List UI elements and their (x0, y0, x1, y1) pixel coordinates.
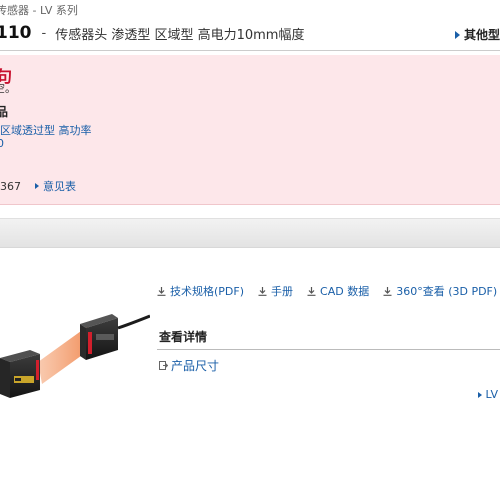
heading-separator: - (41, 25, 47, 41)
download-label: 360°查看 (3D PDF) (396, 285, 498, 298)
series-link-label: LV (485, 388, 498, 401)
contact-row: -367 意见表 (0, 178, 76, 194)
model-number: 110 (0, 23, 32, 43)
cad-data-link[interactable]: CAD 数据 (307, 283, 369, 299)
phone-number: -367 (0, 179, 21, 193)
sensor-illustration (0, 314, 151, 398)
page: 传感器 - LV 系列 110 - 传感器头 渗透型 区域型 高电力10mm幅度… (0, 0, 500, 500)
header-divider (0, 50, 500, 51)
details-heading: 查看详情 (159, 330, 208, 344)
document-icon (159, 361, 168, 370)
product-image (0, 300, 151, 410)
product-description: 传感器头 渗透型 区域型 高电力10mm幅度 (55, 27, 305, 43)
feedback-link-label: 意见表 (42, 180, 76, 193)
notice-subtitle: 品 (0, 105, 9, 119)
download-icon (157, 286, 166, 296)
download-label: 技术规格(PDF) (170, 285, 245, 298)
caret-right-icon (477, 391, 482, 398)
tab-bar (0, 218, 500, 248)
feedback-link[interactable]: 意见表 (34, 178, 76, 194)
other-models-link[interactable]: 其他型 (454, 26, 500, 43)
details-divider (157, 349, 500, 350)
view-360-link[interactable]: 360°查看 (3D PDF) (383, 283, 497, 299)
download-icon (383, 286, 392, 296)
download-label: 手册 (271, 285, 294, 298)
manual-link[interactable]: 手册 (258, 283, 293, 299)
download-links: 技术规格(PDF) 手册 CAD 数据 360°查看 (3D PDF) (157, 283, 500, 299)
breadcrumb[interactable]: 传感器 - LV 系列 (0, 2, 78, 18)
other-models-label: 其他型 (463, 28, 500, 42)
spec-pdf-link[interactable]: 技术规格(PDF) (157, 283, 244, 299)
replacement-product-link[interactable]: 区域透过型 高功率 (0, 122, 92, 138)
download-icon (258, 286, 267, 296)
series-link[interactable]: LV (477, 388, 498, 401)
notice-text: 空。 (0, 82, 16, 95)
dimensions-label: 产品尺寸 (171, 359, 220, 373)
caret-right-icon (34, 183, 39, 189)
caret-right-icon (454, 30, 460, 39)
download-icon (307, 286, 316, 296)
dimensions-link[interactable]: 产品尺寸 (159, 357, 219, 374)
page-heading: 110 - 传感器头 渗透型 区域型 高电力10mm幅度 (0, 22, 304, 44)
download-label: CAD 数据 (320, 285, 370, 298)
replacement-model-code[interactable]: 0 (0, 137, 4, 150)
